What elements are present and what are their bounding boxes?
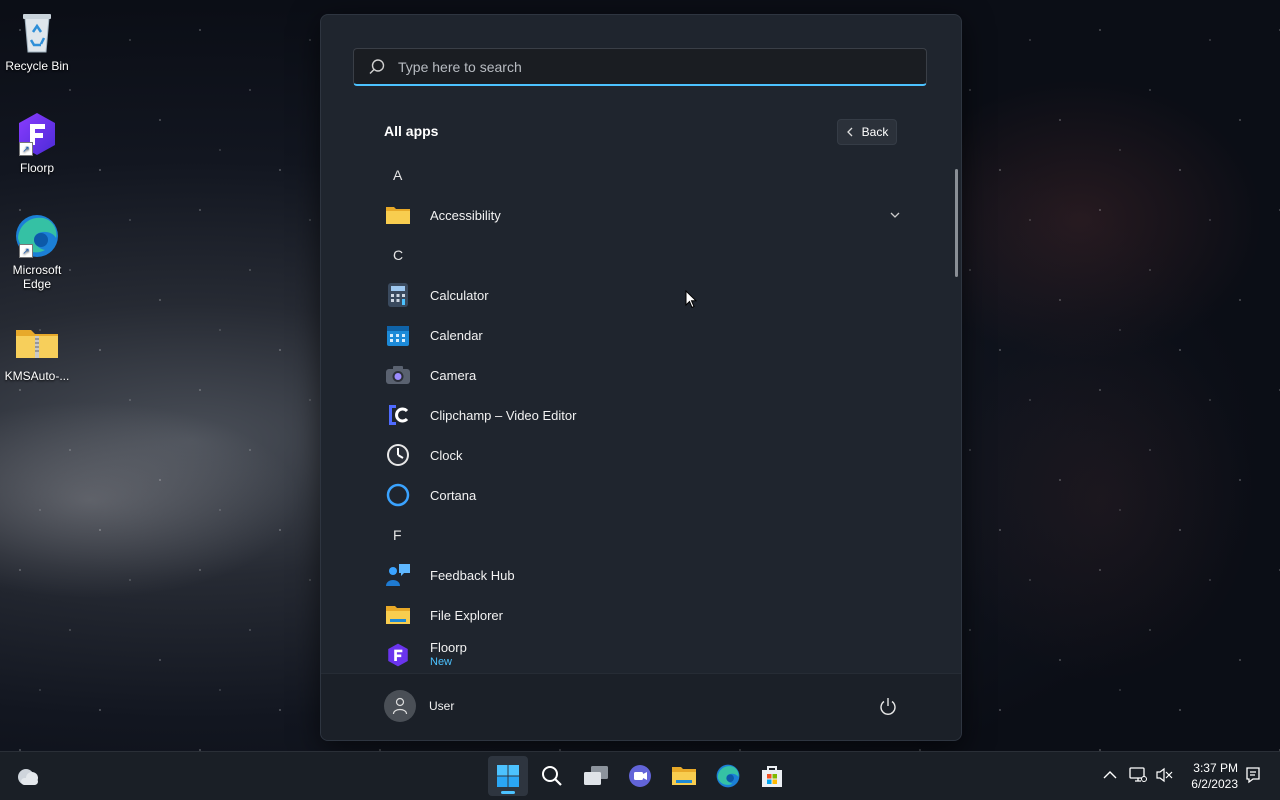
app-name: Clipchamp – Video Editor: [430, 407, 577, 423]
app-name: Clock: [430, 447, 463, 463]
volume-muted-icon: [1156, 767, 1173, 783]
app-item-cortana[interactable]: Cortana: [321, 475, 941, 515]
power-icon[interactable]: [877, 696, 899, 718]
floorp-icon: [385, 642, 411, 668]
group-letter: C: [393, 247, 404, 263]
search-icon: [369, 58, 385, 74]
teams-chat-icon: [629, 765, 651, 787]
recycle-bin-icon: [13, 8, 61, 56]
desktop-icon-label: Recycle Bin: [5, 59, 69, 73]
desktop-icon-floorp[interactable]: ↗ Floorp: [4, 110, 70, 175]
clock-date: 6/2/2023: [1191, 777, 1238, 791]
teams-chat-button[interactable]: [620, 756, 660, 796]
start-footer: User: [321, 673, 961, 740]
taskbar: 3:37 PM 6/2/2023: [0, 751, 1280, 800]
taskbar-edge-button[interactable]: [708, 756, 748, 796]
shortcut-arrow-icon: ↗: [19, 142, 33, 156]
notification-icon: [1246, 767, 1260, 784]
show-hidden-icons-button[interactable]: [1101, 766, 1119, 784]
app-item-floorp[interactable]: Floorp New: [321, 635, 941, 675]
taskbar-search-button[interactable]: [532, 756, 572, 796]
group-header-a[interactable]: A: [321, 155, 941, 195]
user-name[interactable]: User: [429, 699, 454, 713]
app-name: File Explorer: [430, 607, 503, 623]
file-explorer-icon: [672, 767, 696, 785]
desktop-icon-label: KMSAuto-...: [4, 369, 70, 383]
app-item-calendar[interactable]: Calendar: [321, 315, 941, 355]
taskbar-store-button[interactable]: [752, 756, 792, 796]
network-button[interactable]: [1129, 766, 1147, 784]
group-header-f[interactable]: F: [321, 515, 941, 555]
active-indicator: [501, 791, 515, 794]
calendar-icon: [385, 322, 411, 348]
app-name: Accessibility: [430, 207, 501, 223]
task-view-icon: [584, 766, 608, 785]
clipchamp-icon: [385, 402, 411, 428]
app-item-accessibility[interactable]: Accessibility: [321, 195, 941, 235]
avatar[interactable]: [384, 690, 416, 722]
all-apps-title: All apps: [384, 123, 439, 139]
weather-cloud-icon: [18, 769, 38, 785]
app-item-file-explorer[interactable]: File Explorer: [321, 595, 941, 635]
chevron-down-icon[interactable]: [889, 209, 901, 221]
app-name: Calendar: [430, 327, 483, 343]
folder-icon: [385, 202, 411, 228]
camera-icon: [385, 362, 411, 388]
search-icon: [542, 766, 562, 786]
start-menu: All apps Back A Accessibility C Calculat…: [320, 14, 962, 741]
chevron-left-icon: [846, 127, 853, 137]
app-item-clock[interactable]: Clock: [321, 435, 941, 475]
back-button-label: Back: [861, 125, 889, 139]
app-name: Floorp: [430, 640, 467, 655]
floorp-icon: ↗: [13, 110, 61, 158]
weather-widget-button[interactable]: [8, 756, 48, 796]
app-item-calculator[interactable]: Calculator: [321, 275, 941, 315]
desktop-icon-recycle-bin[interactable]: Recycle Bin: [4, 8, 70, 73]
notifications-button[interactable]: [1244, 766, 1262, 784]
new-badge: New: [430, 656, 453, 668]
desktop-icon-label: Microsoft Edge: [12, 263, 62, 291]
desktop-icon-kmsauto[interactable]: KMSAuto-...: [4, 318, 70, 383]
shortcut-arrow-icon: ↗: [19, 244, 33, 258]
app-item-clipchamp[interactable]: Clipchamp – Video Editor: [321, 395, 941, 435]
app-item-camera[interactable]: Camera: [321, 355, 941, 395]
app-name: Feedback Hub: [430, 567, 515, 583]
zip-folder-icon: [13, 318, 61, 366]
calculator-icon: [385, 282, 411, 308]
search-input[interactable]: [396, 57, 900, 76]
app-name: Cortana: [430, 487, 477, 503]
start-icon: [497, 765, 519, 787]
user-icon: [392, 697, 408, 715]
store-icon: [762, 766, 782, 787]
start-search-box[interactable]: [353, 48, 927, 86]
app-name: Calculator: [430, 287, 489, 303]
scrollbar-thumb[interactable]: [955, 169, 958, 277]
chevron-up-icon: [1103, 771, 1117, 779]
clock-time: 3:37 PM: [1193, 761, 1238, 775]
desktop-icon-edge[interactable]: ↗ Microsoft Edge: [4, 212, 70, 291]
file-explorer-icon: [385, 602, 411, 628]
group-header-c[interactable]: C: [321, 235, 941, 275]
volume-button[interactable]: [1155, 766, 1173, 784]
edge-icon: [716, 764, 740, 788]
group-letter: F: [393, 527, 402, 543]
edge-icon: ↗: [13, 212, 61, 260]
desktop-icon-label: Floorp: [19, 161, 54, 175]
all-apps-list: A Accessibility C Calculator Calendar Ca…: [321, 155, 941, 675]
feedback-hub-icon: [385, 562, 411, 588]
back-button[interactable]: Back: [837, 119, 897, 145]
mouse-cursor-icon: [685, 290, 697, 309]
network-icon: [1129, 767, 1147, 782]
app-item-feedback-hub[interactable]: Feedback Hub: [321, 555, 941, 595]
start-button[interactable]: [488, 756, 528, 796]
taskbar-file-explorer-button[interactable]: [664, 756, 704, 796]
cortana-icon: [385, 482, 411, 508]
task-view-button[interactable]: [576, 756, 616, 796]
system-clock[interactable]: 3:37 PM 6/2/2023: [1186, 760, 1238, 792]
group-letter: A: [393, 167, 403, 183]
app-name: Camera: [430, 367, 477, 383]
clock-icon: [385, 442, 411, 468]
